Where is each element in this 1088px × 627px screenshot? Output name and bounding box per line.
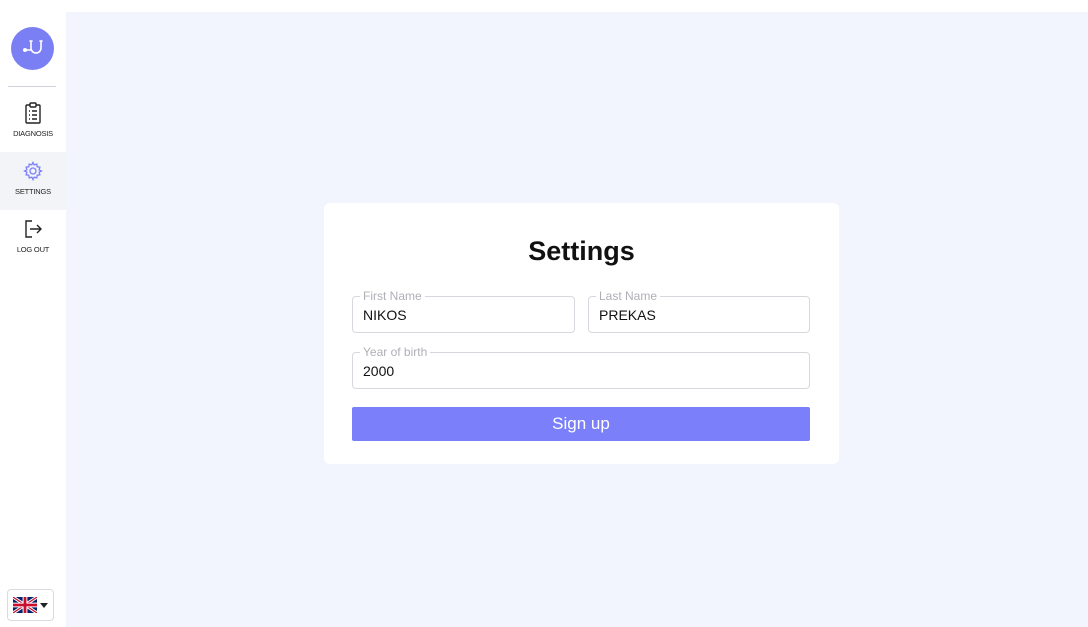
clipboard-icon <box>24 102 42 124</box>
first-name-field[interactable]: First Name <box>352 289 575 333</box>
top-strip <box>0 0 1088 12</box>
gear-icon <box>23 160 43 182</box>
app-logo[interactable] <box>11 27 54 70</box>
first-name-label: First Name <box>360 289 425 303</box>
sidebar-divider <box>8 86 56 87</box>
first-name-input[interactable] <box>363 307 564 323</box>
sidebar-item-settings[interactable]: SETTINGS <box>0 152 66 210</box>
sidebar-item-label: LOG OUT <box>16 245 50 254</box>
logout-icon <box>23 218 43 240</box>
stethoscope-icon <box>22 39 43 54</box>
last-name-field[interactable]: Last Name <box>588 289 810 333</box>
sidebar-item-logout[interactable]: LOG OUT <box>0 210 66 268</box>
year-of-birth-field[interactable]: Year of birth <box>352 345 810 389</box>
sidebar-item-diagnosis[interactable]: DIAGNOSIS <box>0 94 66 152</box>
caret-down-icon <box>40 602 48 608</box>
settings-card: Settings First Name Last Name Year of bi… <box>324 203 839 464</box>
sidebar-item-label: SETTINGS <box>15 187 51 196</box>
sidebar-item-label: DIAGNOSIS <box>13 129 53 138</box>
year-of-birth-input[interactable] <box>363 363 799 379</box>
last-name-input[interactable] <box>599 307 799 323</box>
last-name-label: Last Name <box>596 289 661 303</box>
sidebar: DIAGNOSIS SETTINGS LOG OUT <box>0 0 66 627</box>
year-of-birth-label: Year of birth <box>360 345 431 359</box>
uk-flag-icon <box>13 597 37 613</box>
sign-up-button[interactable]: Sign up <box>352 407 810 441</box>
page-title: Settings <box>528 236 635 266</box>
language-selector[interactable] <box>7 589 54 621</box>
